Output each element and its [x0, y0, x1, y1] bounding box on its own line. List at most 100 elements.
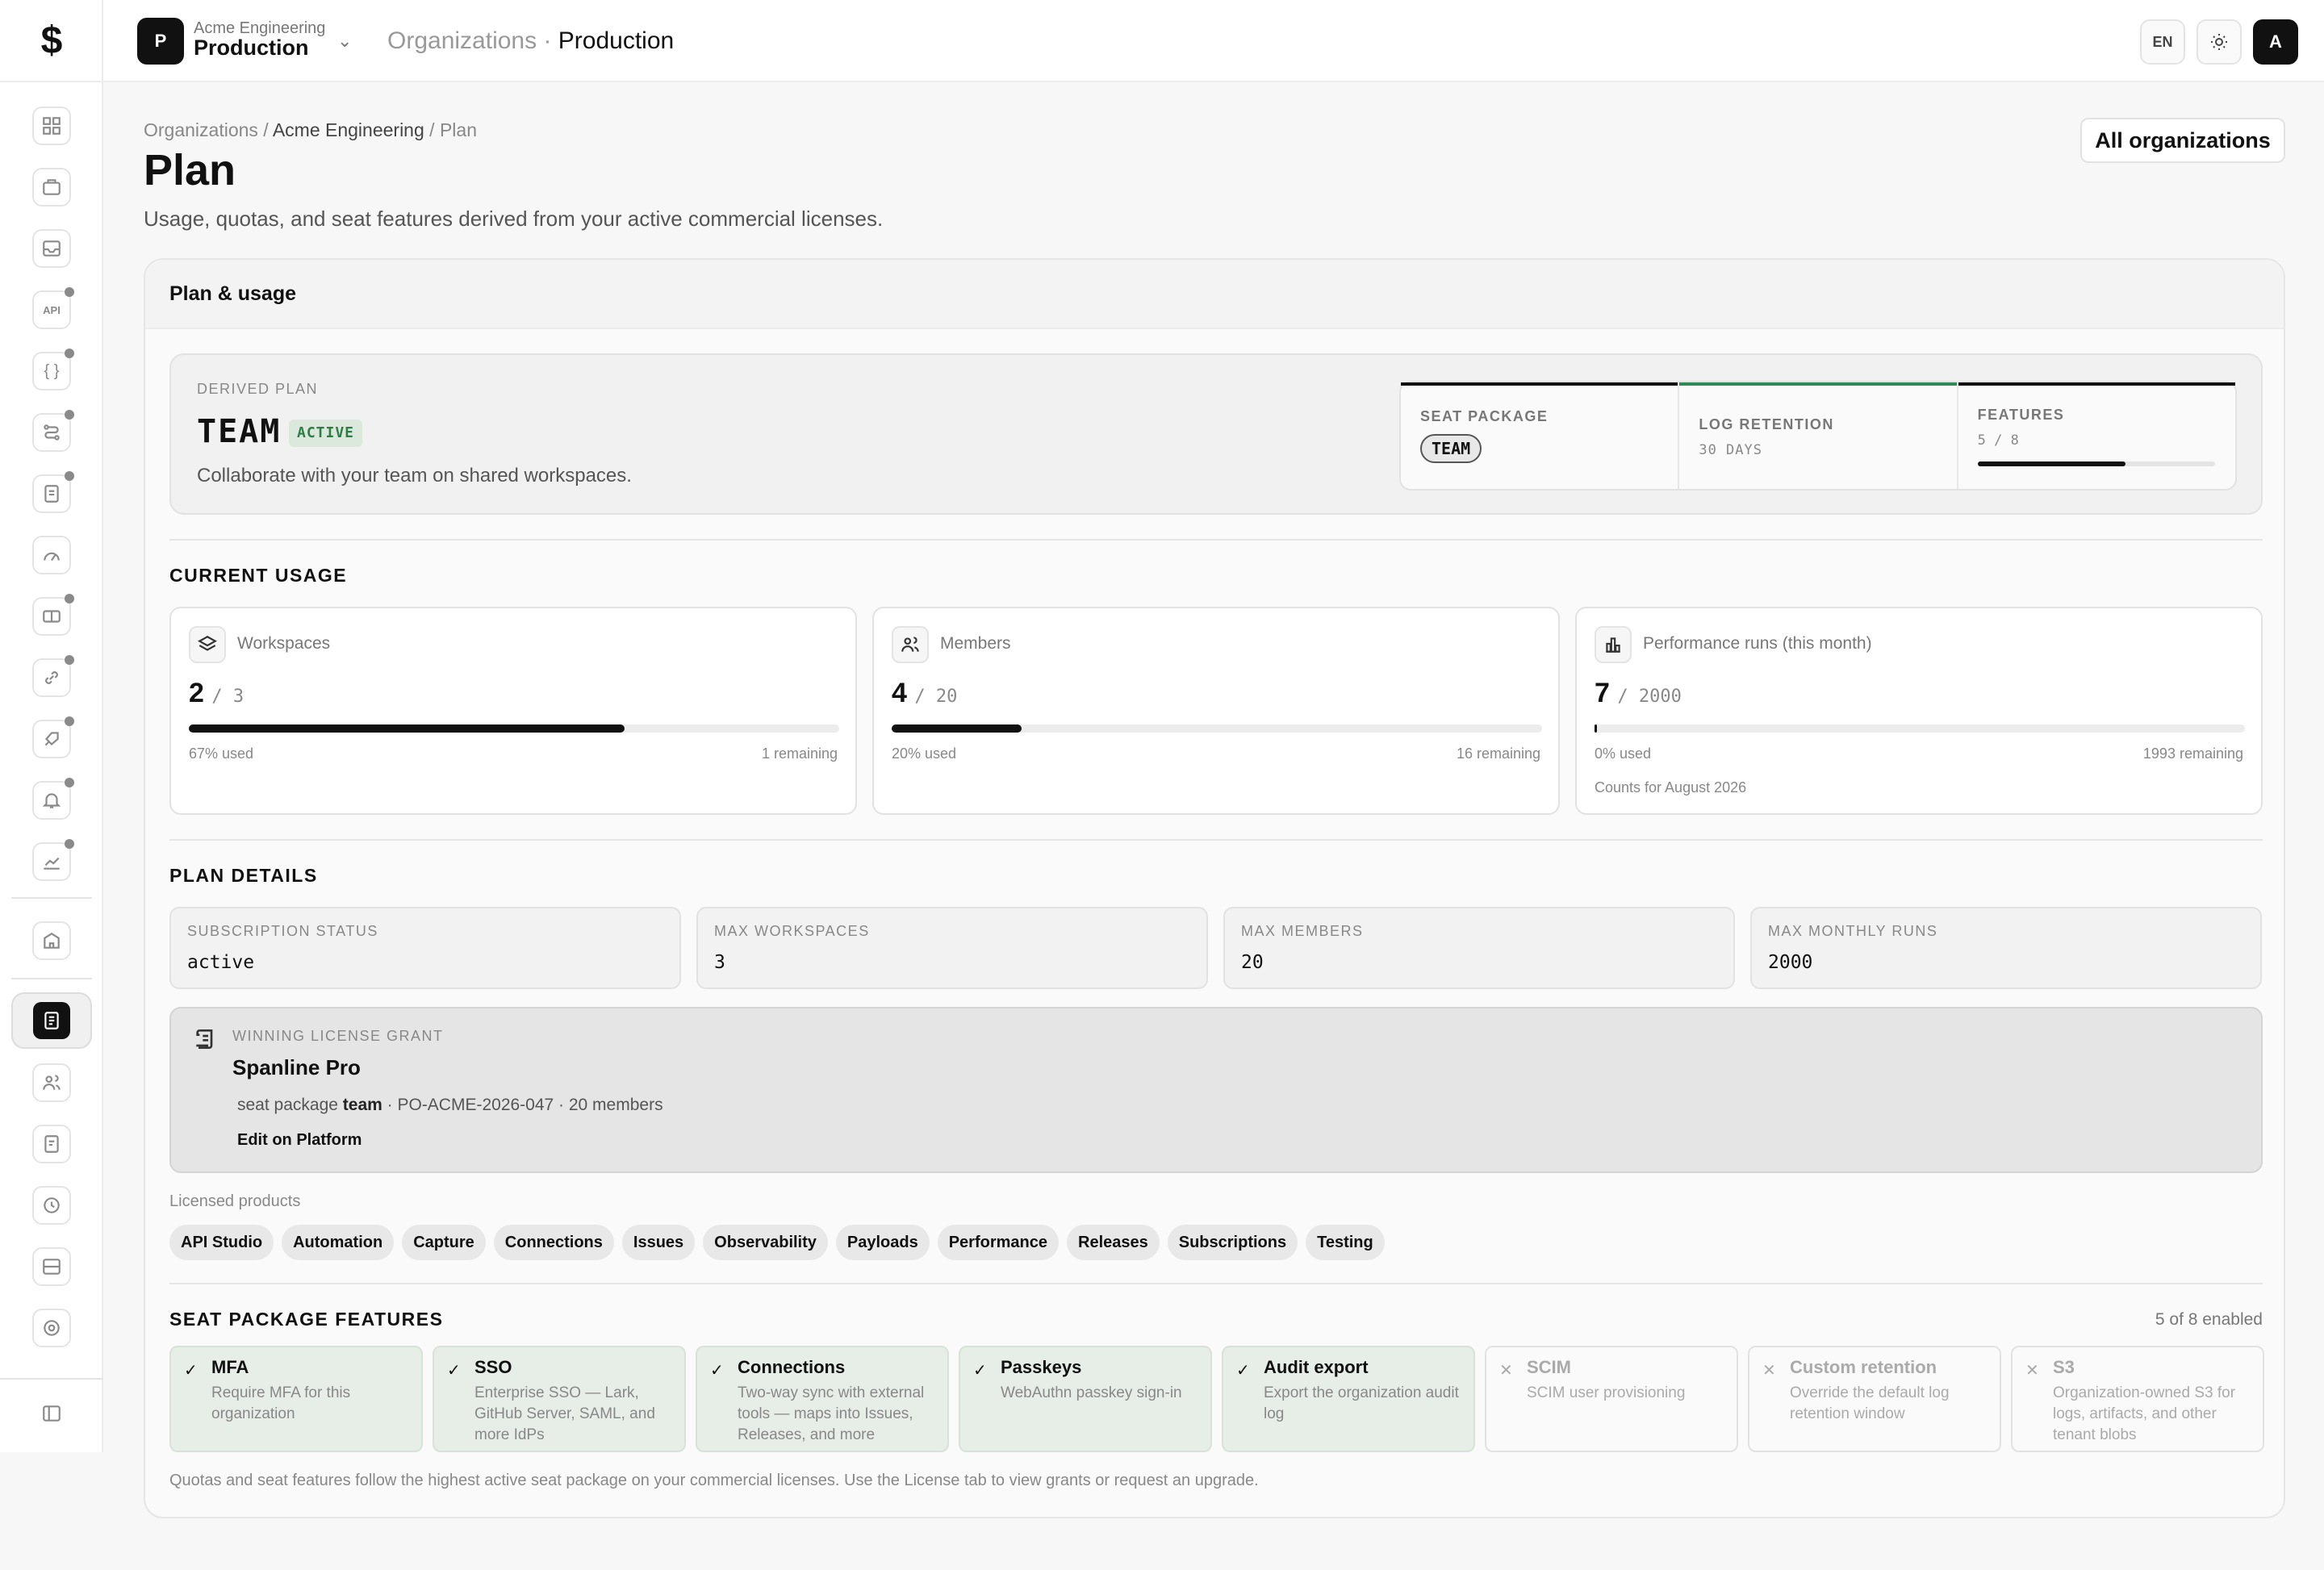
top-crumb-root[interactable]: Organizations: [387, 27, 537, 54]
top-breadcrumb: Organizations · Production: [387, 27, 674, 55]
org-name[interactable]: Production: [194, 35, 309, 61]
current-usage-title: CURRENT USAGE: [169, 565, 348, 586]
breadcrumb-org[interactable]: Acme Engineering: [273, 119, 424, 140]
sidebar-divider: [0, 1378, 103, 1380]
product-chip: Releases: [1067, 1225, 1160, 1260]
user-avatar[interactable]: A: [2253, 19, 2298, 65]
usage-limit: / 20: [914, 687, 958, 707]
detail-card-max-monthly-runs: MAX MONTHLY RUNS 2000: [1750, 907, 2262, 989]
edit-on-platform-link[interactable]: Edit on Platform: [237, 1131, 362, 1150]
feature-name: MFA: [211, 1357, 249, 1377]
seat-accent-bar: [1401, 382, 1678, 386]
grant-meta-rest: · PO-ACME-2026-047 · 20 members: [382, 1096, 663, 1114]
feature-description: Enterprise SSO — Lark, GitHub Server, SA…: [474, 1384, 655, 1443]
feature-description: SCIM user provisioning: [1527, 1384, 1686, 1401]
usage-label: Performance runs (this month): [1643, 634, 1872, 653]
page-title: Plan: [144, 146, 236, 194]
usage-remaining: 1993 remaining: [2142, 745, 2243, 762]
link-nav-icon[interactable]: [32, 655, 74, 697]
chevron-down-icon[interactable]: ⌄: [337, 31, 352, 52]
usage-percent: 20% used: [892, 745, 957, 762]
grant-name: Spanline Pro: [232, 1055, 361, 1079]
rocket-nav-icon[interactable]: [32, 716, 74, 758]
feature-card: ✓ SSO Enterprise SSO — Lark, GitHub Server…: [433, 1346, 686, 1452]
org-avatar[interactable]: P: [137, 18, 184, 65]
chart-nav-icon[interactable]: [32, 839, 74, 881]
app-logo[interactable]: $: [0, 0, 103, 82]
product-chip: Issues: [621, 1225, 696, 1260]
history-nav-icon[interactable]: [32, 1186, 71, 1225]
settings-nav-icon[interactable]: [32, 1309, 71, 1347]
building-nav-icon[interactable]: [32, 921, 71, 960]
feature-description: Override the default log retention windo…: [1790, 1384, 1950, 1422]
breadcrumb-separator: /: [424, 119, 440, 140]
product-chip: Automation: [282, 1225, 395, 1260]
feature-description: Export the organization audit log: [1264, 1384, 1459, 1422]
gauge-nav-icon[interactable]: [32, 536, 71, 574]
usage-progress-fill: [1595, 724, 1597, 733]
feature-name: S3: [2053, 1357, 2075, 1377]
plan-usage-panel: Plan & usage DERIVED PLAN TEAM ACTIVE Co…: [144, 258, 2285, 1518]
briefcase-nav-icon[interactable]: [32, 168, 71, 207]
log-accent-bar: [1679, 382, 1957, 386]
storage-nav-icon[interactable]: [32, 1247, 71, 1286]
feature-description: WebAuthn passkey sign-in: [1001, 1384, 1182, 1401]
language-button[interactable]: EN: [2140, 19, 2185, 65]
usage-limit: / 2000: [1617, 687, 1682, 707]
product-chip: Connections: [493, 1225, 614, 1260]
workflow-nav-icon[interactable]: [32, 410, 74, 452]
feature-card: ✓ Connections Two-way sync with external t…: [696, 1346, 949, 1452]
braces-nav-icon[interactable]: { }: [32, 349, 74, 390]
collapse-sidebar-icon[interactable]: [32, 1394, 71, 1433]
checklist-nav-icon[interactable]: [32, 471, 74, 513]
usage-limit-value: 20: [935, 687, 958, 707]
license-nav-icon[interactable]: [32, 1125, 71, 1163]
usage-progress-fill: [892, 724, 1022, 733]
page-subtitle: Usage, quotas, and seat features derived…: [144, 207, 884, 231]
usage-card-members: Members 4 / 20 20% used 16 remaining: [872, 607, 1560, 815]
check-icon: ✓: [1236, 1362, 1250, 1380]
detail-value: 20: [1241, 952, 1264, 973]
section-divider: [169, 839, 2263, 841]
usage-progress-track: [892, 724, 1542, 733]
licensed-products-list: API Studio Automation Capture Connection…: [169, 1225, 1385, 1260]
usage-label: Workspaces: [237, 634, 331, 653]
plan-name: TEAM: [197, 413, 282, 450]
sidebar: $ API { }: [0, 0, 103, 1452]
log-retention-stat: LOG RETENTION 30 DAYS: [1679, 382, 1958, 489]
usage-count: 2: [189, 678, 204, 708]
feature-description: Organization-owned S3 for logs, artifact…: [2053, 1384, 2236, 1443]
all-organizations-button[interactable]: All organizations: [2080, 118, 2285, 163]
members-nav-icon[interactable]: [32, 1063, 71, 1102]
bell-nav-icon[interactable]: [32, 778, 74, 820]
feature-card: ✓ Passkeys WebAuthn passkey sign-in: [959, 1346, 1212, 1452]
dashboard-nav-icon[interactable]: [32, 106, 71, 145]
feature-card: ✕ SCIM SCIM user provisioning: [1485, 1346, 1738, 1452]
section-divider: [169, 539, 2263, 541]
feature-card: ✓ Audit export Export the organization aud…: [1222, 1346, 1475, 1452]
plan-nav-icon[interactable]: [11, 992, 92, 1049]
x-icon: ✕: [1499, 1362, 1513, 1380]
features-summary: 5 of 8 enabled: [2155, 1310, 2263, 1329]
feature-name: Custom retention: [1790, 1357, 1937, 1377]
api-nav-icon[interactable]: API: [32, 287, 74, 329]
detail-value: 2000: [1768, 952, 1813, 973]
sidebar-divider: [11, 978, 92, 979]
users-icon: [892, 626, 929, 663]
theme-toggle-button[interactable]: [2197, 19, 2242, 65]
usage-progress-track: [1595, 724, 2245, 733]
section-divider: [169, 1283, 2263, 1284]
feature-card: ✕ S3 Organization-owned S3 for logs, artif…: [2011, 1346, 2264, 1452]
ticket-nav-icon[interactable]: [32, 594, 74, 636]
usage-label: Members: [940, 634, 1011, 653]
usage-card-workspaces: Workspaces 2 / 3 67% used 1 remaining: [169, 607, 857, 815]
sidebar-divider: [11, 897, 92, 899]
usage-percent: 0% used: [1595, 745, 1652, 762]
breadcrumb-root[interactable]: Organizations: [144, 119, 258, 140]
inbox-nav-icon[interactable]: [32, 229, 71, 268]
detail-label: MAX MONTHLY RUNS: [1768, 923, 1938, 939]
features-label: FEATURES: [1977, 407, 2065, 423]
usage-note: Counts for August 2026: [1595, 779, 1747, 795]
topbar: P Acme Engineering Production ⌄ Organiza…: [103, 0, 2324, 82]
derived-plan-card: DERIVED PLAN TEAM ACTIVE Collaborate wit…: [169, 353, 2263, 515]
